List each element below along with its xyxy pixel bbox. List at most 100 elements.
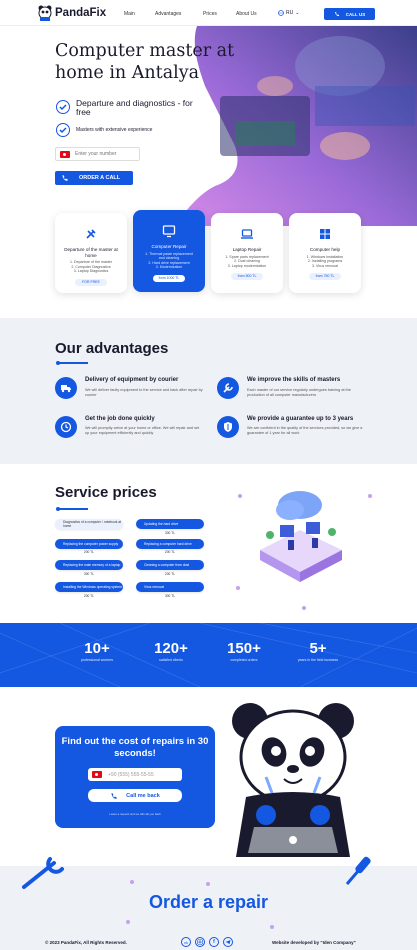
stat-number: 5+ (309, 640, 327, 657)
phone-icon (110, 792, 118, 800)
price-value: 300 TL (164, 531, 176, 535)
advantage-desc: We will promptly arrive at your home or … (85, 426, 200, 435)
advantage-desc: We are confident in the quality of the s… (247, 426, 363, 435)
workspace-illustration (250, 480, 360, 590)
stat-label: completed orders (230, 658, 258, 662)
advantage-title: We provide a guarantee up to 3 years (247, 416, 354, 422)
nav-main[interactable]: Main (124, 11, 135, 17)
service-title: Computer help (309, 247, 341, 252)
panda-logo-icon[interactable] (38, 5, 52, 21)
price-value: 300 TL (83, 572, 95, 576)
price-label: Installing the Windows operating system (63, 585, 122, 589)
shield-icon (217, 416, 239, 438)
phone-field[interactable] (55, 147, 140, 161)
stat-number: 120+ (154, 640, 188, 657)
laptop-icon (240, 227, 254, 241)
service-title: Departure of the master at home (64, 247, 118, 258)
advantage-desc: Each master of our service regularly und… (247, 388, 351, 397)
call-me-back-label: Call me back (126, 792, 160, 799)
hero-title: Computer master at home in Antalya (55, 41, 235, 83)
check-icon (56, 100, 70, 114)
decor-dot (236, 586, 240, 590)
chevron-down-icon: ⌄ (295, 10, 300, 16)
price-label: Cleaning a computer from dust (144, 563, 190, 567)
telegram-icon[interactable] (223, 937, 233, 947)
price-label: Diagnostics of a computer / notebook at … (63, 520, 122, 528)
stat-label: satisfied clients (159, 658, 183, 662)
call-us-label: CALL US (345, 11, 366, 17)
panda-mascot (226, 697, 364, 857)
service-item: 3. Virus removal (312, 263, 338, 268)
quote-title: Find out the cost of repairs in 30 secon… (61, 736, 209, 759)
globe-icon (278, 10, 284, 16)
advantage-title: We improve the skills of masters (247, 377, 341, 383)
service-price: FOR FREE (75, 278, 107, 286)
service-title: Laptop Repair (232, 247, 262, 252)
phone-input[interactable] (75, 151, 135, 157)
price-value: 200 TL (164, 572, 176, 576)
price-label: Replacing the main memory of a laptop (63, 563, 121, 567)
truck-icon (55, 377, 77, 399)
logo-text[interactable]: PandaFix (55, 7, 106, 19)
decor-dot (130, 880, 134, 884)
language-select[interactable]: RU ⌄ (278, 10, 299, 16)
price-row[interactable]: Installing the Windows operating system (55, 582, 123, 592)
quote-phone-field[interactable]: +90 (555) 555-55-55 (88, 768, 182, 781)
service-card-computer-help[interactable]: Computer help 1. Windows installation 2.… (289, 213, 361, 293)
copyright: © 2023 PandaFix, All Rights Reserved. (45, 940, 127, 945)
clock-icon (55, 416, 77, 438)
price-row[interactable]: Updating the hard drive (136, 519, 204, 529)
price-row[interactable]: Replacing a computer hard drive (136, 539, 204, 549)
price-row[interactable]: Replacing the computer power supply (55, 539, 123, 549)
price-value: 200 TL (164, 550, 176, 554)
nav-advantages[interactable]: Advantages (155, 11, 181, 17)
order-call-button[interactable]: ORDER A CALL (55, 171, 133, 185)
price-row[interactable]: Cleaning a computer from dust (136, 560, 204, 570)
order-repair-title: Order a repair (148, 892, 269, 912)
advantage-desc: We will deliver faulty equipment to the … (85, 388, 203, 397)
hero-feature-2: Masters with extensive experience (76, 127, 153, 133)
tools-icon (84, 227, 98, 241)
title-underline (58, 508, 88, 510)
nav-prices[interactable]: Prices (203, 11, 217, 17)
service-price: from 750 TL (309, 273, 341, 281)
price-value: 300 TL (164, 594, 176, 598)
instagram-icon[interactable] (195, 937, 205, 947)
advantages-title: Our advantages (55, 340, 169, 357)
prices-title: Service prices (55, 484, 157, 501)
quote-note: Leave a request and we will call you bac… (109, 812, 161, 816)
service-title: Computer Repair (151, 244, 187, 249)
service-item: 3. Laptop modernization (227, 263, 267, 268)
stat-number: 10+ (84, 640, 110, 657)
phone-icon (334, 11, 340, 17)
price-row[interactable]: Replacing the main memory of a laptop (55, 560, 123, 570)
wrench-icon (20, 855, 68, 891)
nav-about[interactable]: About Us (236, 11, 257, 17)
turkey-flag-icon (92, 771, 102, 778)
quote-phone-value[interactable]: +90 (555) 555-55-55 (108, 772, 154, 778)
service-item: 3. Modernization (155, 265, 183, 270)
call-us-button[interactable]: CALL US (324, 8, 375, 20)
service-card-computer-repair[interactable]: Computer Repair 1. Thermal paste replace… (133, 210, 205, 292)
price-label: Updating the hard drive (144, 522, 179, 526)
monitor-icon (162, 224, 176, 238)
screwdriver-icon (343, 852, 373, 888)
service-card-departure[interactable]: Departure of the master at home 1. Depar… (55, 213, 127, 293)
decor-dot (206, 882, 210, 886)
facebook-icon[interactable]: f (209, 937, 219, 947)
price-row[interactable]: Diagnostics of a computer / notebook at … (55, 519, 123, 529)
windows-icon (318, 227, 332, 241)
quote-form: Find out the cost of repairs in 30 secon… (55, 726, 215, 828)
underline-dot (56, 361, 60, 365)
stats-band (0, 623, 417, 687)
service-item: 3. Laptop Diagnostics (73, 269, 109, 274)
decor-dot (270, 925, 274, 929)
service-card-laptop-repair[interactable]: Laptop Repair 1. Spare parts replacement… (211, 213, 283, 293)
call-me-back-button[interactable]: Call me back (88, 789, 182, 802)
order-call-label: ORDER A CALL (79, 175, 121, 181)
vk-icon[interactable]: vk (181, 937, 191, 947)
price-row[interactable]: Virus removal (136, 582, 204, 592)
developer-credit: Website developed by "Iden Company" (272, 940, 356, 945)
decor-dot (302, 606, 306, 610)
title-underline (58, 362, 88, 364)
